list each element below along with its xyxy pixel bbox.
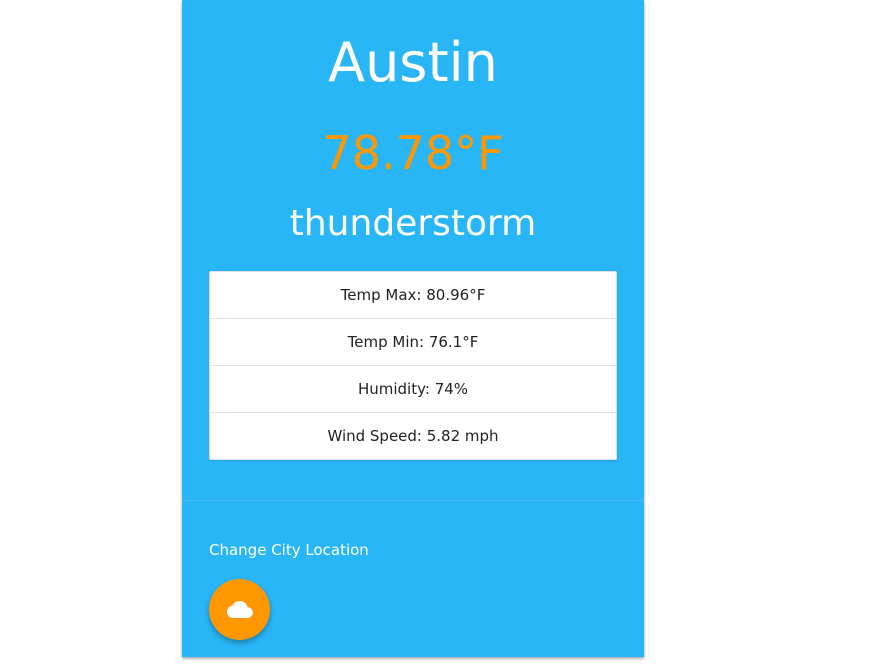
weather-card: Austin 78.78°F thunderstorm Temp Max: 80… bbox=[182, 0, 644, 657]
current-temperature: 78.78°F bbox=[322, 126, 504, 180]
change-city-button[interactable] bbox=[209, 579, 270, 640]
detail-temp-min: Temp Min: 76.1°F bbox=[210, 319, 616, 366]
cloud-icon bbox=[226, 600, 253, 619]
card-divider bbox=[182, 500, 644, 501]
change-city-link[interactable]: Change City Location bbox=[209, 538, 369, 562]
weather-condition: thunderstorm bbox=[289, 203, 537, 244]
weather-details-list: Temp Max: 80.96°F Temp Min: 76.1°F Humid… bbox=[209, 271, 617, 460]
detail-humidity: Humidity: 74% bbox=[210, 366, 616, 413]
city-name: Austin bbox=[328, 31, 498, 94]
detail-wind-speed: Wind Speed: 5.82 mph bbox=[327, 427, 499, 445]
detail-temp-max: Temp Max: 80.96°F bbox=[210, 272, 616, 319]
